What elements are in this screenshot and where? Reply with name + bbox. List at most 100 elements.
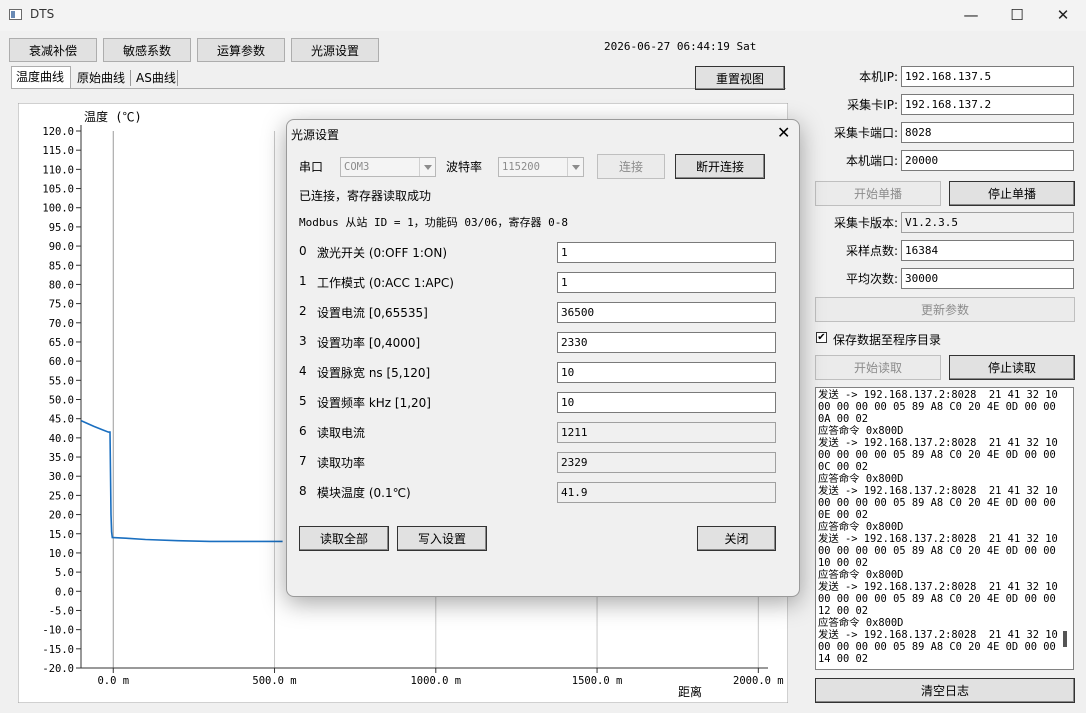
y-tick-label: 90.0: [49, 241, 74, 253]
log-line: 应答命令 0x800D: [818, 617, 904, 629]
y-tick-label: 95.0: [49, 222, 74, 234]
local-ip-field[interactable]: 192.168.137.5: [901, 66, 1074, 87]
close-window-icon[interactable]: ✕: [1040, 0, 1086, 31]
log-textarea[interactable]: 发送 -> 192.168.137.2:8028 21 41 32 10 00 0…: [815, 387, 1074, 670]
register-value-field[interactable]: 1: [557, 242, 776, 263]
write-settings-button[interactable]: 写入设置: [397, 526, 487, 551]
card-port-field[interactable]: 8028: [901, 122, 1074, 143]
x-tick-label: 500.0 m: [252, 675, 296, 687]
disconnect-button[interactable]: 断开连接: [675, 154, 765, 179]
log-line: 发送 -> 192.168.137.2:8028 21 41 32 10: [818, 629, 1058, 641]
start-read-button[interactable]: 开始读取: [815, 355, 941, 380]
tab-divider: [177, 70, 178, 86]
register-value-field[interactable]: 36500: [557, 302, 776, 323]
y-tick-label: 105.0: [42, 184, 74, 196]
card-port-label: 采集卡端口:: [833, 126, 898, 140]
save-data-checkbox[interactable]: ✔: [816, 332, 827, 343]
register-value-field: 2329: [557, 452, 776, 473]
calculation-params-button[interactable]: 运算参数: [197, 38, 285, 62]
minimize-icon[interactable]: —: [948, 0, 994, 31]
register-index: 6: [299, 424, 307, 438]
log-line: 12 00 02: [818, 605, 869, 617]
read-all-button[interactable]: 读取全部: [299, 526, 389, 551]
tab-temperature-curve[interactable]: 温度曲线: [11, 66, 71, 89]
clear-log-button[interactable]: 清空日志: [815, 678, 1075, 703]
register-value-field[interactable]: 2330: [557, 332, 776, 353]
attenuation-compensation-button[interactable]: 衰减补偿: [9, 38, 97, 62]
chevron-down-icon: [567, 158, 583, 176]
register-value-field: 41.9: [557, 482, 776, 503]
card-version-label: 采集卡版本:: [833, 216, 898, 230]
log-line: 00 00 00 00 05 89 A8 C0 20 4E 0D 00 00: [818, 401, 1056, 413]
update-params-button[interactable]: 更新参数: [815, 297, 1075, 322]
y-tick-label: -20.0: [42, 663, 74, 675]
y-tick-label: 75.0: [49, 299, 74, 311]
register-index: 5: [299, 394, 307, 408]
window-title: DTS: [30, 7, 55, 21]
y-tick-label: 5.0: [55, 567, 74, 579]
stop-read-button[interactable]: 停止读取: [949, 355, 1075, 380]
tab-raw-curve[interactable]: 原始曲线: [73, 68, 131, 88]
log-line: 00 00 00 00 05 89 A8 C0 20 4E 0D 00 00: [818, 497, 1056, 509]
baud-rate-select[interactable]: 115200: [498, 157, 584, 177]
sensitivity-coefficient-button[interactable]: 敏感系数: [103, 38, 191, 62]
connect-button[interactable]: 连接: [597, 154, 665, 179]
dialog-close-button[interactable]: 关闭: [697, 526, 776, 551]
tab-as-curve[interactable]: AS曲线: [132, 68, 178, 88]
light-source-settings-button[interactable]: 光源设置: [291, 38, 379, 62]
x-axis-label: 距离: [678, 684, 702, 699]
card-version-field: V1.2.3.5: [901, 212, 1074, 233]
register-value-field[interactable]: 10: [557, 392, 776, 413]
log-line: 00 00 00 00 05 89 A8 C0 20 4E 0D 00 00: [818, 449, 1056, 461]
y-tick-label: 110.0: [42, 164, 74, 176]
register-value-field[interactable]: 10: [557, 362, 776, 383]
y-tick-label: 45.0: [49, 414, 74, 426]
y-tick-label: -5.0: [49, 605, 74, 617]
sample-points-field[interactable]: 16384: [901, 240, 1074, 261]
register-value-field[interactable]: 1: [557, 272, 776, 293]
save-data-label: 保存数据至程序目录: [833, 333, 942, 347]
start-unicast-button[interactable]: 开始单播: [815, 181, 941, 206]
card-ip-field[interactable]: 192.168.137.2: [901, 94, 1074, 115]
avg-count-field[interactable]: 30000: [901, 268, 1074, 289]
local-port-field[interactable]: 20000: [901, 150, 1074, 171]
x-tick-label: 1500.0 m: [572, 675, 623, 687]
serial-port-select[interactable]: COM3: [340, 157, 436, 177]
log-line: 应答命令 0x800D: [818, 521, 904, 533]
y-axis-label: 温度 (℃): [84, 109, 142, 124]
log-line: 应答命令 0x800D: [818, 425, 904, 437]
log-line: 发送 -> 192.168.137.2:8028 21 41 32 10: [818, 581, 1058, 593]
reset-view-button[interactable]: 重置视图: [695, 66, 785, 90]
y-tick-label: 30.0: [49, 471, 74, 483]
stop-unicast-button[interactable]: 停止单播: [949, 181, 1075, 206]
register-index: 7: [299, 454, 307, 468]
log-line: 14 00 02: [818, 653, 869, 665]
register-name: 读取功率: [317, 456, 366, 470]
register-index: 1: [299, 274, 307, 288]
register-value-field: 1211: [557, 422, 776, 443]
y-tick-label: 55.0: [49, 375, 74, 387]
title-bar: [0, 0, 1086, 31]
maximize-icon[interactable]: ☐: [994, 0, 1040, 31]
log-line: 0C 00 02: [818, 461, 869, 473]
chevron-down-icon: [419, 158, 435, 176]
register-name: 激光开关 (0:OFF 1:ON): [317, 246, 448, 260]
log-line: 发送 -> 192.168.137.2:8028 21 41 32 10: [818, 533, 1058, 545]
register-index: 4: [299, 364, 307, 378]
log-line: 发送 -> 192.168.137.2:8028 21 41 32 10: [818, 485, 1058, 497]
y-tick-label: 35.0: [49, 452, 74, 464]
y-tick-label: 15.0: [49, 529, 74, 541]
dialog-close-icon[interactable]: ✕: [777, 123, 790, 142]
log-scrollbar-thumb[interactable]: [1063, 631, 1067, 647]
x-tick-label: 0.0 m: [97, 675, 129, 687]
tab-divider: [130, 70, 131, 86]
log-line: 00 00 00 00 05 89 A8 C0 20 4E 0D 00 00: [818, 593, 1056, 605]
y-tick-label: 50.0: [49, 395, 74, 407]
y-tick-label: -10.0: [42, 625, 74, 637]
log-line: 应答命令 0x800D: [818, 569, 904, 581]
y-tick-label: 80.0: [49, 279, 74, 291]
log-line: 发送 -> 192.168.137.2:8028 21 41 32 10: [818, 437, 1058, 449]
y-tick-label: -15.0: [42, 644, 74, 656]
register-index: 2: [299, 304, 307, 318]
y-tick-label: 70.0: [49, 318, 74, 330]
